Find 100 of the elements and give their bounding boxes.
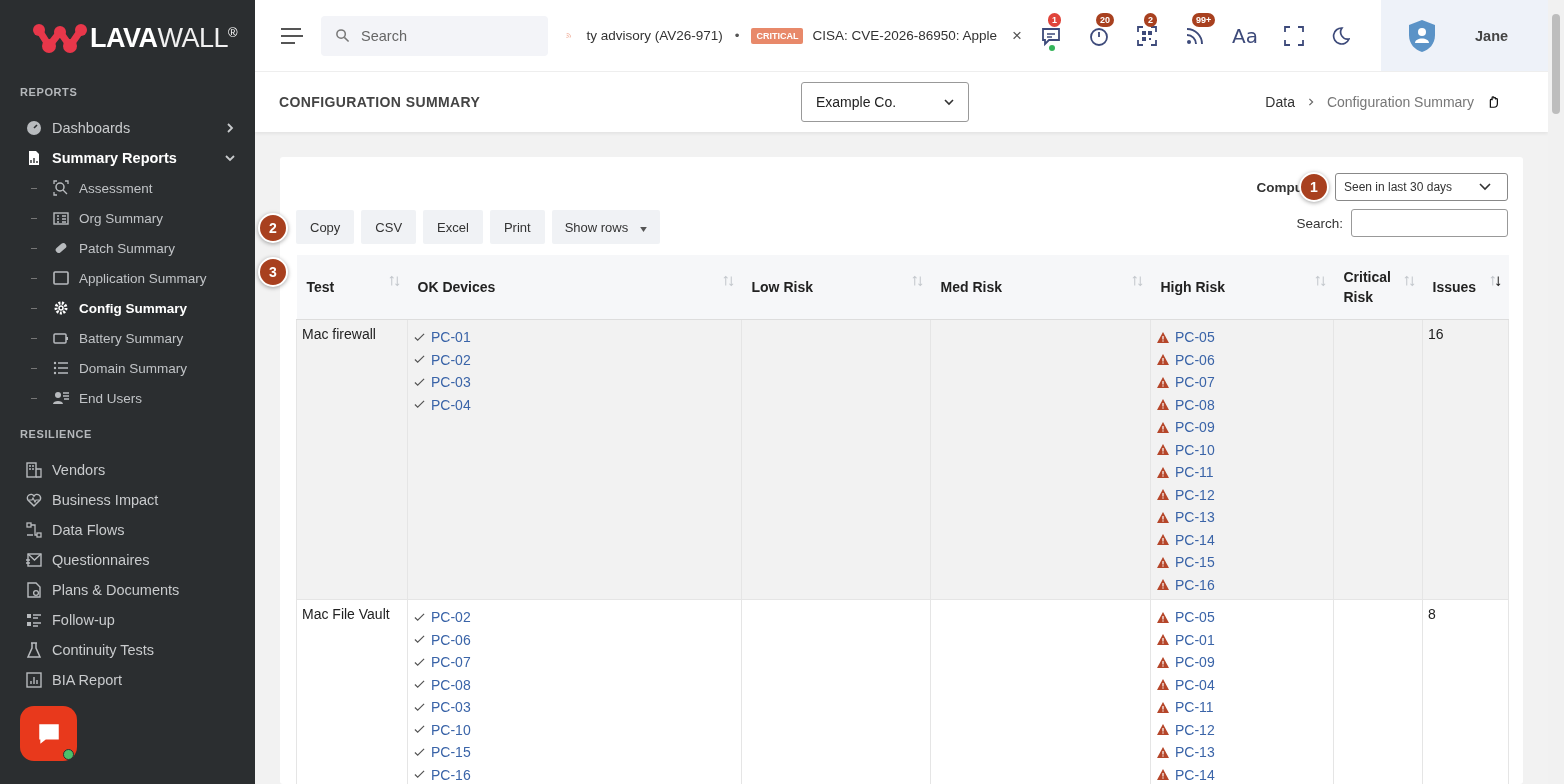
count-badge: 1 (1048, 12, 1061, 27)
sidebar-item[interactable]: Application Summary (0, 263, 255, 293)
sidebar-item[interactable]: Data Flows (0, 515, 255, 545)
sidebar-item[interactable]: Continuity Tests (0, 635, 255, 665)
sidebar-item[interactable]: Summary Reports (0, 143, 255, 173)
device-link[interactable]: PC-02 (431, 609, 471, 626)
sidebar-item[interactable]: Org Summary (0, 203, 255, 233)
news-headline[interactable]: CISA: CVE-2026-86950: Apple (812, 28, 998, 43)
device-link[interactable]: PC-10 (1175, 441, 1215, 458)
device-link[interactable]: PC-11 (1175, 464, 1214, 481)
warning-icon (1157, 634, 1169, 646)
warning-icon (1157, 579, 1169, 591)
user-name[interactable]: Jane (1475, 27, 1509, 44)
device-link[interactable]: PC-12 (1175, 486, 1215, 503)
device-link[interactable]: PC-06 (1175, 351, 1215, 368)
device-link[interactable]: PC-16 (1175, 576, 1215, 593)
export-button[interactable]: Excel (423, 210, 483, 244)
device-link[interactable]: PC-07 (1175, 374, 1215, 391)
device-link[interactable]: PC-05 (1175, 609, 1215, 626)
sidebar-item[interactable]: Questionnaires (0, 545, 255, 575)
check-icon (414, 331, 425, 343)
column-header[interactable]: High Risk (1150, 255, 1334, 320)
device-link[interactable]: PC-04 (431, 396, 471, 413)
warning-icon (1157, 611, 1169, 623)
device-link[interactable]: PC-11 (1175, 699, 1214, 716)
avatar-icon[interactable] (1407, 18, 1437, 53)
chat-button[interactable] (20, 706, 77, 761)
device-link[interactable]: PC-12 (1175, 721, 1215, 738)
column-header[interactable]: Med Risk (930, 255, 1151, 320)
device-link[interactable]: PC-08 (431, 676, 471, 693)
sidebar-item[interactable]: Domain Summary (0, 353, 255, 383)
count-badge: 2 (1144, 12, 1157, 27)
device-link[interactable]: PC-09 (1175, 654, 1215, 671)
device-link[interactable]: PC-03 (431, 699, 471, 716)
close-button[interactable]: × (1008, 25, 1026, 46)
device-link[interactable]: PC-15 (431, 744, 471, 761)
sidebar-item[interactable]: BIA Report (0, 665, 255, 695)
device-link[interactable]: PC-05 (1175, 329, 1215, 346)
check-icon (414, 724, 425, 736)
device-link[interactable]: PC-04 (1175, 676, 1215, 693)
device-link[interactable]: PC-14 (1175, 766, 1215, 783)
column-header[interactable]: Low Risk (741, 255, 931, 320)
device-link[interactable]: PC-01 (1175, 631, 1215, 648)
column-header[interactable]: Issues (1422, 255, 1509, 320)
menu-icon[interactable] (280, 26, 304, 45)
sidebar-item[interactable]: Vendors (0, 455, 255, 485)
export-button[interactable]: CSV (361, 210, 417, 244)
news-headline[interactable]: ty advisory (AV26-971) (586, 28, 723, 43)
sidebar-item[interactable]: Plans & Documents (0, 575, 255, 605)
qr-code-icon[interactable] (1136, 24, 1158, 47)
check-icon (414, 746, 425, 758)
separator-dot: • (734, 28, 740, 43)
device-link[interactable]: PC-01 (431, 329, 471, 346)
check-icon (414, 679, 425, 691)
breadcrumb-link[interactable]: Data (1265, 94, 1295, 110)
device-link[interactable]: PC-14 (1175, 531, 1215, 548)
breadcrumb-link[interactable]: Configuration Summary (1326, 94, 1474, 110)
device-link[interactable]: PC-15 (1175, 554, 1215, 571)
show-rows-button[interactable]: Show rows (551, 210, 661, 244)
search-label: Search: (1296, 215, 1343, 231)
export-button[interactable]: Print (489, 210, 545, 244)
settings-icon (53, 300, 69, 316)
device-link[interactable]: PC-08 (1175, 396, 1215, 413)
search-field[interactable]: Search (321, 15, 548, 56)
sidebar-item[interactable]: Battery Summary (0, 323, 255, 353)
device-link[interactable]: PC-02 (431, 351, 471, 368)
table-search-field[interactable] (1351, 209, 1508, 237)
device-link[interactable]: PC-16 (431, 766, 471, 783)
fullscreen-icon[interactable] (1283, 25, 1304, 46)
sidebar-item[interactable]: Follow-up (0, 605, 255, 635)
flow-icon (26, 522, 42, 538)
count-badge: 20 (1096, 12, 1114, 27)
device-link[interactable]: PC-07 (431, 654, 471, 671)
sidebar-item[interactable]: Config Summary (0, 293, 255, 323)
company-dropdown[interactable]: Example Co. (801, 82, 969, 122)
check-icon (414, 399, 425, 411)
warning-icon (1157, 489, 1169, 501)
device-link[interactable]: PC-09 (1175, 419, 1215, 436)
column-header[interactable]: Critical Risk (1333, 255, 1423, 320)
page-title: CONFIGURATION SUMMARY (279, 94, 482, 110)
count-badge: 99+ (1192, 12, 1216, 27)
sidebar-item[interactable]: End Users (0, 383, 255, 413)
export-button[interactable]: Copy (296, 210, 355, 244)
device-link[interactable]: PC-03 (431, 374, 471, 391)
table-cell: Mac firewall (302, 326, 376, 342)
device-link[interactable]: PC-13 (1175, 744, 1215, 761)
column-header[interactable]: Test (296, 255, 408, 320)
column-header[interactable]: OK Devices (407, 255, 742, 320)
sidebar-item[interactable]: Patch Summary (0, 233, 255, 263)
font-size-button[interactable]: Aa (1232, 23, 1258, 48)
sidebar-item[interactable]: Assessment (0, 173, 255, 203)
sidebar-item[interactable]: Dashboards (0, 113, 255, 143)
check-icon (414, 634, 425, 646)
device-link[interactable]: PC-06 (431, 631, 471, 648)
sidebar-item[interactable]: Business Impact (0, 485, 255, 515)
period-dropdown[interactable]: Seen in last 30 days (1335, 173, 1508, 201)
gauge-icon (26, 120, 42, 136)
device-link[interactable]: PC-13 (1175, 509, 1215, 526)
heart-icon (26, 492, 42, 508)
device-link[interactable]: PC-10 (431, 721, 471, 738)
